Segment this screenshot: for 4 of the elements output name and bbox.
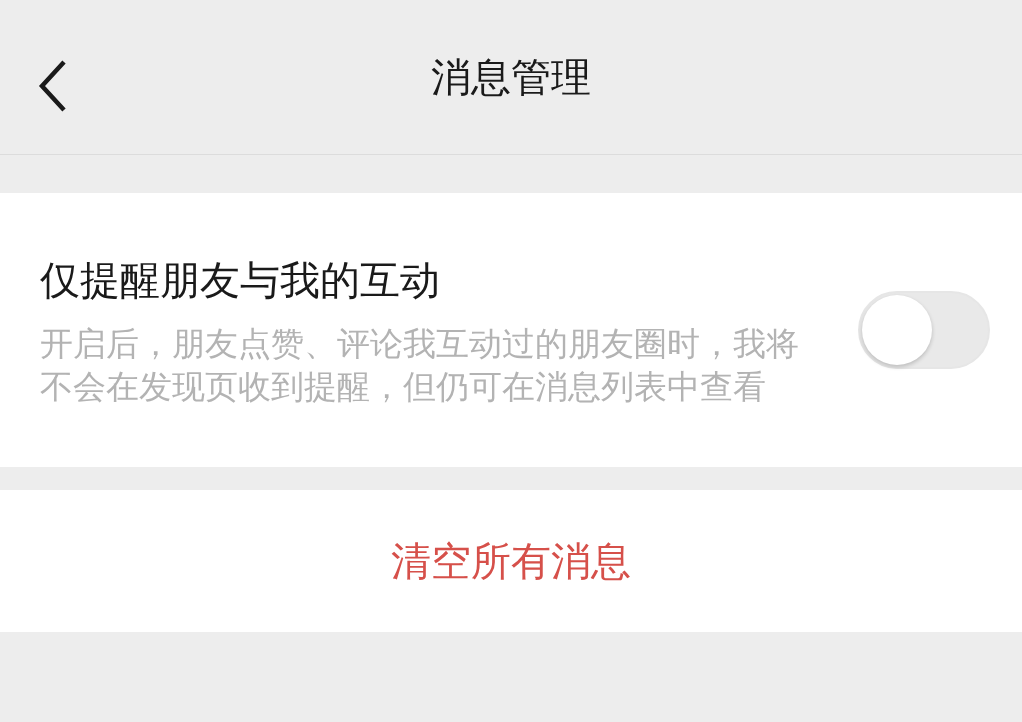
setting-title: 仅提醒朋友与我的互动 bbox=[40, 255, 441, 305]
page-title: 消息管理 bbox=[431, 52, 591, 102]
clear-messages-button[interactable]: 清空所有消息 bbox=[375, 525, 647, 597]
setting-description: 开启后，朋友点赞、评论我互动过的朋友圈时，我将不会在发现页收到提醒，但仍可在消息列表中查看 bbox=[40, 322, 800, 408]
